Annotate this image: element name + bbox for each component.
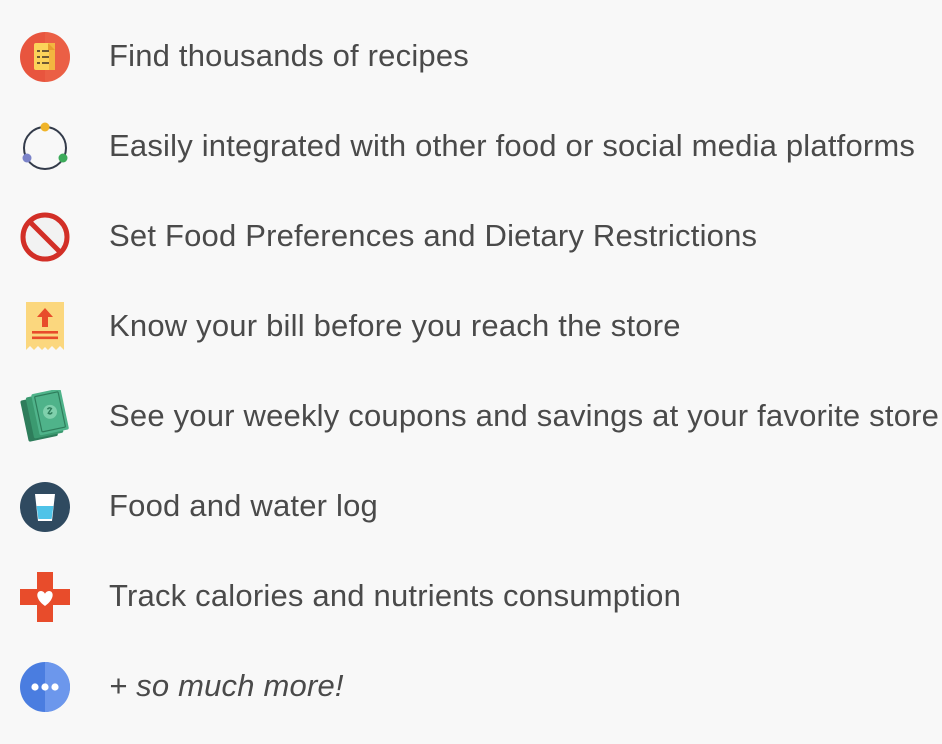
feature-item-bill: Know your bill before you reach the stor… <box>0 286 942 366</box>
feature-item-integration: Easily integrated with other food or soc… <box>0 106 942 186</box>
feature-list: Find thousands of recipes Easily integra… <box>0 0 942 744</box>
integration-cycle-icon <box>18 120 72 174</box>
feature-item-coupons: See your weekly coupons and savings at y… <box>0 376 942 456</box>
feature-item-log: Food and water log <box>0 466 942 546</box>
feature-item-calories: Track calories and nutrients consumption <box>0 556 942 636</box>
feature-label: See your weekly coupons and savings at y… <box>109 398 940 433</box>
recipe-document-icon <box>18 30 72 84</box>
health-cross-heart-icon <box>18 570 72 624</box>
feature-label: + so much more! <box>109 668 344 703</box>
feature-item-recipes: Find thousands of recipes <box>0 16 942 96</box>
feature-label: Track calories and nutrients consumption <box>109 578 682 613</box>
feature-label: Easily integrated with other food or soc… <box>109 128 916 163</box>
feature-item-preferences: Set Food Preferences and Dietary Restric… <box>0 196 942 276</box>
feature-label: Know your bill before you reach the stor… <box>109 308 681 343</box>
more-dots-icon <box>18 660 72 714</box>
receipt-icon <box>18 300 72 354</box>
feature-label: Find thousands of recipes <box>109 38 469 73</box>
prohibited-icon <box>18 210 72 264</box>
water-glass-icon <box>18 480 72 534</box>
feature-label: Set Food Preferences and Dietary Restric… <box>109 218 758 253</box>
feature-label: Food and water log <box>109 488 378 523</box>
feature-item-more: + so much more! <box>0 646 942 726</box>
money-bills-icon <box>18 390 72 444</box>
